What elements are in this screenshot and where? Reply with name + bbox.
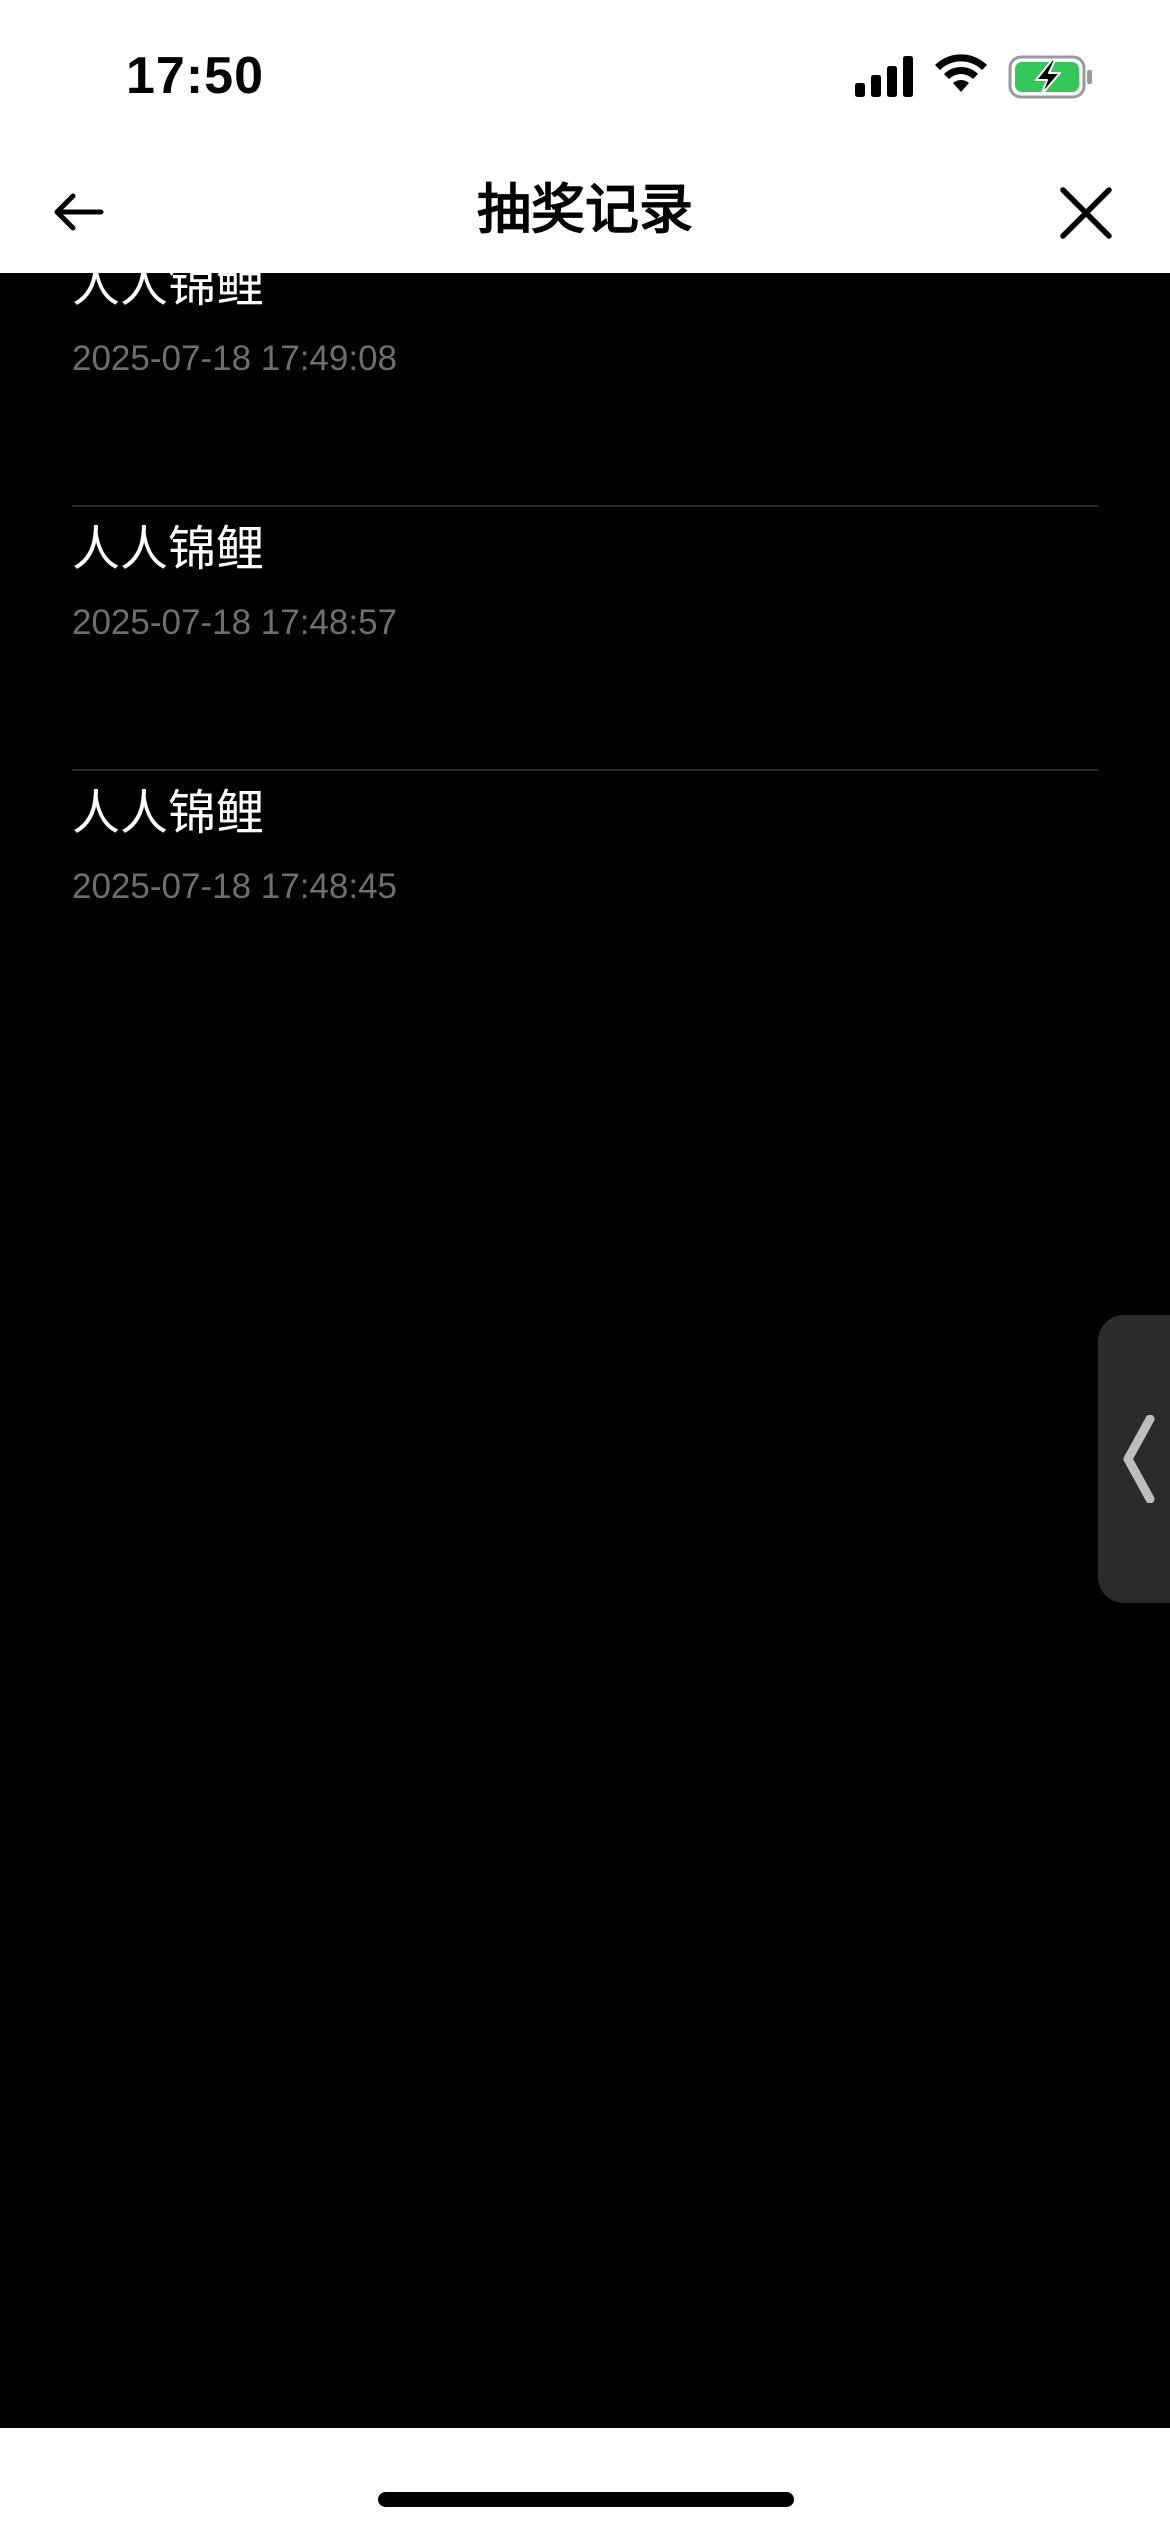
status-time: 17:50	[126, 47, 264, 105]
home-indicator[interactable]	[378, 2492, 794, 2507]
list-item[interactable]: 人人锦鲤 2025-07-18 17:49:08	[72, 273, 1098, 507]
wifi-icon	[935, 54, 987, 92]
page-title: 抽奖记录	[477, 178, 693, 241]
battery-charging-icon	[1008, 55, 1092, 99]
home-indicator-area	[0, 2428, 1170, 2532]
nav-bar: 抽奖记录	[0, 150, 1170, 273]
record-list[interactable]: 人人锦鲤 2025-07-18 17:49:08 人人锦鲤 2025-07-18…	[0, 273, 1170, 2428]
record-time: 2025-07-18 17:48:45	[72, 867, 397, 906]
signal-icon	[855, 56, 913, 97]
status-bar: 17:50	[0, 0, 1170, 150]
close-icon	[1060, 187, 1112, 239]
record-time: 2025-07-18 17:49:08	[72, 339, 397, 378]
side-expand-handle[interactable]	[1098, 1315, 1170, 1603]
record-title: 人人锦鲤	[72, 785, 265, 841]
arrow-left-icon	[54, 193, 104, 231]
list-item[interactable]: 人人锦鲤 2025-07-18 17:48:45	[72, 769, 1098, 1033]
record-time: 2025-07-18 17:48:57	[72, 603, 397, 642]
record-title: 人人锦鲤	[72, 521, 265, 577]
close-button[interactable]	[1048, 175, 1124, 251]
list-item[interactable]: 人人锦鲤 2025-07-18 17:48:57	[72, 505, 1098, 771]
record-title: 人人锦鲤	[72, 273, 265, 313]
back-button[interactable]	[40, 177, 116, 247]
chevron-left-icon	[1123, 1415, 1155, 1503]
